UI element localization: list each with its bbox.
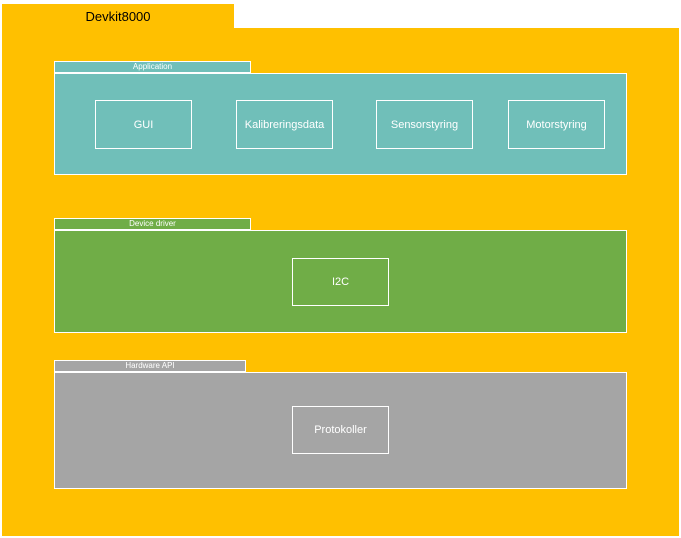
device-driver-package-tab: Device driver — [54, 218, 251, 230]
devkit-package-title: Devkit8000 — [85, 8, 151, 24]
component-i2c-label: I2C — [331, 276, 350, 288]
component-protokoller: Protokoller — [292, 406, 389, 454]
component-i2c: I2C — [292, 258, 389, 306]
application-package-label: Application — [132, 62, 173, 71]
device-driver-package-label: Device driver — [129, 219, 176, 228]
component-protokoller-label: Protokoller — [314, 424, 367, 436]
component-motorstyring: Motorstyring — [508, 100, 605, 149]
application-package-tab: Application — [54, 61, 251, 73]
component-gui: GUI — [95, 100, 192, 149]
devkit-package-tab: Devkit8000 — [2, 4, 234, 28]
component-motorstyring-label: Motorstyring — [526, 118, 587, 131]
component-sensorstyring-label: Sensorstyring — [390, 118, 459, 131]
component-gui-label: GUI — [133, 118, 154, 131]
component-sensorstyring: Sensorstyring — [376, 100, 473, 149]
component-kalibreringsdata-label: Kalibreringsdata — [244, 118, 325, 131]
hardware-api-package-label: Hardware API — [125, 361, 175, 370]
component-kalibreringsdata: Kalibreringsdata — [236, 100, 333, 149]
hardware-api-package-tab: Hardware API — [54, 360, 246, 372]
